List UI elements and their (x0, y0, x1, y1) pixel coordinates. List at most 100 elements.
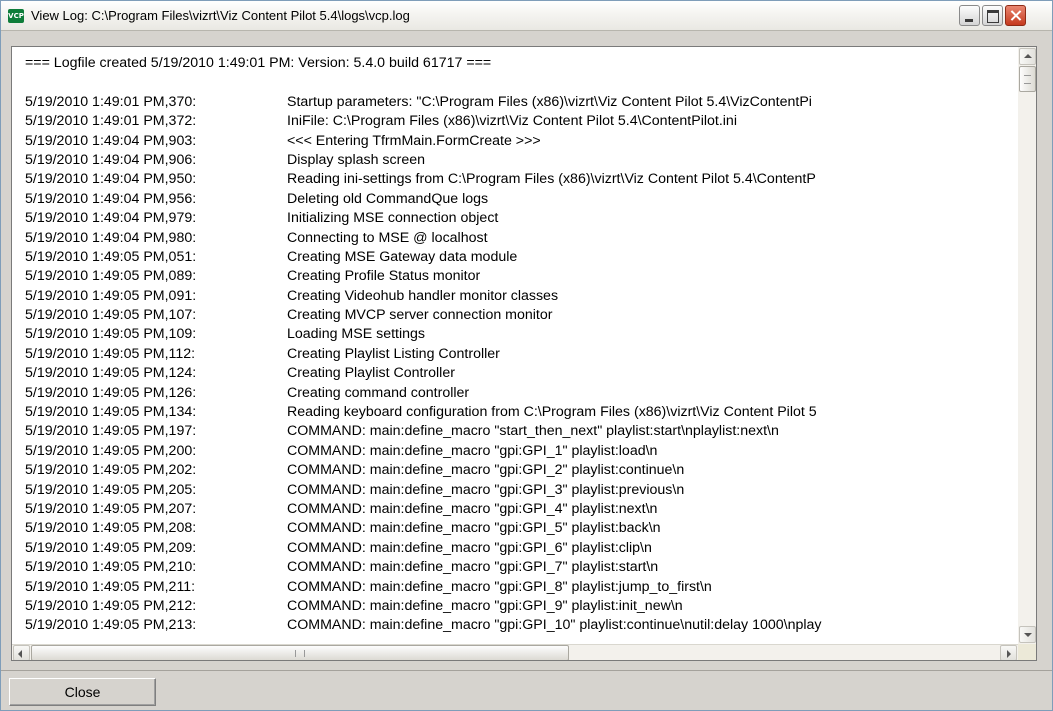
log-row: 5/19/2010 1:49:05 PM,107: Creating MVCP s… (25, 306, 1018, 325)
log-timestamp: 5/19/2010 1:49:04 PM,903: (25, 132, 197, 149)
app-icon: VCP (8, 9, 24, 23)
log-timestamp: 5/19/2010 1:49:05 PM,089: (25, 268, 197, 285)
log-message: COMMAND: main:define_macro "start_then_n… (287, 423, 779, 440)
log-message: COMMAND: main:define_macro "gpi:GPI_5" p… (287, 520, 661, 537)
log-row: 5/19/2010 1:49:05 PM,051: Creating MSE Ga… (25, 248, 1018, 267)
log-message: COMMAND: main:define_macro "gpi:GPI_3" p… (287, 481, 685, 498)
log-timestamp: 5/19/2010 1:49:01 PM,372: (25, 113, 197, 130)
log-message: IniFile: C:\Program Files (x86)\vizrt\Vi… (287, 113, 737, 130)
log-row: 5/19/2010 1:49:05 PM,126: Creating comman… (25, 384, 1018, 403)
log-message: COMMAND: main:define_macro "gpi:GPI_6" p… (287, 539, 652, 556)
scroll-up-arrow-icon[interactable] (1019, 48, 1036, 65)
log-message: Creating MSE Gateway data module (287, 248, 518, 265)
log-row: 5/19/2010 1:49:05 PM,212: COMMAND: main:d… (25, 597, 1018, 616)
log-row: 5/19/2010 1:49:05 PM,205: COMMAND: main:d… (25, 481, 1018, 500)
log-message: Deleting old CommandQue logs (287, 190, 489, 207)
log-message: COMMAND: main:define_macro "gpi:GPI_8" p… (287, 578, 712, 595)
log-row: 5/19/2010 1:49:04 PM,979: Initializing MS… (25, 209, 1018, 228)
log-message: Creating command controller (287, 384, 470, 401)
log-timestamp: 5/19/2010 1:49:05 PM,207: (25, 500, 197, 517)
log-row: 5/19/2010 1:49:05 PM,134: Reading keyboar… (25, 403, 1018, 422)
log-timestamp: 5/19/2010 1:49:05 PM,202: (25, 462, 197, 479)
log-viewer-window: VCP View Log: C:\Program Files\vizrt\Viz… (0, 0, 1053, 711)
log-message: COMMAND: main:define_macro "gpi:GPI_4" p… (287, 500, 658, 517)
button-bar: Close (1, 670, 1052, 710)
log-row: 5/19/2010 1:49:04 PM,906: Display splash … (25, 151, 1018, 170)
log-row: 5/19/2010 1:49:01 PM,370: Startup paramet… (25, 93, 1018, 112)
log-row: 5/19/2010 1:49:05 PM,109: Loading MSE set… (25, 325, 1018, 344)
log-timestamp: 5/19/2010 1:49:05 PM,210: (25, 559, 197, 576)
log-timestamp: 5/19/2010 1:49:04 PM,980: (25, 229, 197, 246)
log-timestamp: 5/19/2010 1:49:05 PM,197: (25, 423, 197, 440)
log-message: Connecting to MSE @ localhost (287, 229, 488, 246)
minimize-button[interactable] (959, 5, 980, 26)
log-message: COMMAND: main:define_macro "gpi:GPI_1" p… (287, 442, 658, 459)
log-timestamp: 5/19/2010 1:49:05 PM,112: (25, 345, 196, 362)
scroll-down-arrow-icon[interactable] (1019, 626, 1036, 643)
log-row: 5/19/2010 1:49:05 PM,207: COMMAND: main:d… (25, 500, 1018, 519)
horizontal-scroll-thumb[interactable] (31, 645, 569, 660)
log-row: 5/19/2010 1:49:05 PM,200: COMMAND: main:d… (25, 442, 1018, 461)
log-message: COMMAND: main:define_macro "gpi:GPI_10" … (287, 617, 822, 634)
vertical-scrollbar[interactable] (1018, 47, 1036, 644)
log-row: 5/19/2010 1:49:04 PM,950: Reading ini-set… (25, 170, 1018, 189)
log-message: Loading MSE settings (287, 326, 426, 343)
scroll-right-arrow-icon[interactable] (1000, 645, 1017, 660)
window-title: View Log: C:\Program Files\vizrt\Viz Con… (31, 8, 410, 23)
log-row: 5/19/2010 1:49:05 PM,213: COMMAND: main:d… (25, 616, 1018, 635)
horizontal-scrollbar[interactable] (12, 644, 1018, 660)
log-row: 5/19/2010 1:49:05 PM,089: Creating Profil… (25, 267, 1018, 286)
log-message: Startup parameters: "C:\Program Files (x… (287, 93, 812, 110)
log-timestamp: 5/19/2010 1:49:05 PM,126: (25, 384, 197, 401)
close-window-button[interactable] (1005, 5, 1026, 26)
vertical-scroll-thumb[interactable] (1019, 66, 1036, 92)
log-message: Creating MVCP server connection monitor (287, 307, 553, 324)
log-message: COMMAND: main:define_macro "gpi:GPI_9" p… (287, 597, 683, 614)
log-timestamp: 5/19/2010 1:49:05 PM,200: (25, 442, 197, 459)
log-timestamp: 5/19/2010 1:49:05 PM,124: (25, 365, 197, 382)
log-timestamp: 5/19/2010 1:49:04 PM,979: (25, 210, 197, 227)
log-row: 5/19/2010 1:49:01 PM,372: IniFile: C:\Pro… (25, 112, 1018, 131)
log-timestamp: 5/19/2010 1:49:05 PM,212: (25, 597, 197, 614)
log-row: 5/19/2010 1:49:05 PM,210: COMMAND: main:d… (25, 558, 1018, 577)
log-timestamp: 5/19/2010 1:49:05 PM,208: (25, 520, 197, 537)
log-message: Creating Videohub handler monitor classe… (287, 287, 559, 304)
scrollbar-corner (1018, 644, 1036, 660)
log-text-area[interactable]: === Logfile created 5/19/2010 1:49:01 PM… (11, 46, 1037, 661)
log-row: 5/19/2010 1:49:05 PM,124: Creating Playli… (25, 364, 1018, 383)
log-message: <<< Entering TfrmMain.FormCreate >>> (287, 132, 541, 149)
log-timestamp: 5/19/2010 1:49:04 PM,956: (25, 190, 197, 207)
title-bar[interactable]: VCP View Log: C:\Program Files\vizrt\Viz… (1, 1, 1052, 31)
log-row: 5/19/2010 1:49:05 PM,209: COMMAND: main:d… (25, 539, 1018, 558)
log-row: 5/19/2010 1:49:05 PM,211: COMMAND: main:d… (25, 578, 1018, 597)
log-message: Reading ini-settings from C:\Program Fil… (287, 171, 816, 188)
scroll-left-arrow-icon[interactable] (13, 645, 30, 660)
log-row: 5/19/2010 1:49:05 PM,202: COMMAND: main:d… (25, 461, 1018, 480)
maximize-button[interactable] (982, 5, 1003, 26)
log-row: 5/19/2010 1:49:04 PM,956: Deleting old Co… (25, 190, 1018, 209)
log-timestamp: 5/19/2010 1:49:05 PM,109: (25, 326, 197, 343)
close-button[interactable]: Close (9, 678, 156, 706)
log-message: COMMAND: main:define_macro "gpi:GPI_2" p… (287, 462, 685, 479)
log-row: 5/19/2010 1:49:05 PM,112: Creating Playli… (25, 345, 1018, 364)
log-timestamp: 5/19/2010 1:49:04 PM,906: (25, 151, 197, 168)
log-message: Reading keyboard configuration from C:\P… (287, 404, 817, 421)
log-timestamp: 5/19/2010 1:49:05 PM,213: (25, 617, 197, 634)
log-timestamp: 5/19/2010 1:49:04 PM,950: (25, 171, 197, 188)
log-row: 5/19/2010 1:49:05 PM,197: COMMAND: main:d… (25, 422, 1018, 441)
log-timestamp: 5/19/2010 1:49:05 PM,211: (25, 578, 196, 595)
log-timestamp: 5/19/2010 1:49:05 PM,134: (25, 404, 197, 421)
log-message: Creating Profile Status monitor (287, 268, 481, 285)
log-timestamp: 5/19/2010 1:49:05 PM,107: (25, 307, 197, 324)
log-message: COMMAND: main:define_macro "gpi:GPI_7" p… (287, 559, 659, 576)
log-message: Creating Playlist Controller (287, 365, 455, 382)
log-message: Display splash screen (287, 151, 425, 168)
log-timestamp: 5/19/2010 1:49:05 PM,091: (25, 287, 197, 304)
log-row: 5/19/2010 1:49:04 PM,980: Connecting to M… (25, 229, 1018, 248)
log-timestamp: 5/19/2010 1:49:05 PM,205: (25, 481, 197, 498)
log-header-line: === Logfile created 5/19/2010 1:49:01 PM… (25, 55, 492, 71)
log-content: === Logfile created 5/19/2010 1:49:01 PM… (25, 54, 1018, 644)
log-rows: 5/19/2010 1:49:01 PM,370: Startup paramet… (25, 93, 1018, 636)
log-row: 5/19/2010 1:49:05 PM,091: Creating Videoh… (25, 287, 1018, 306)
